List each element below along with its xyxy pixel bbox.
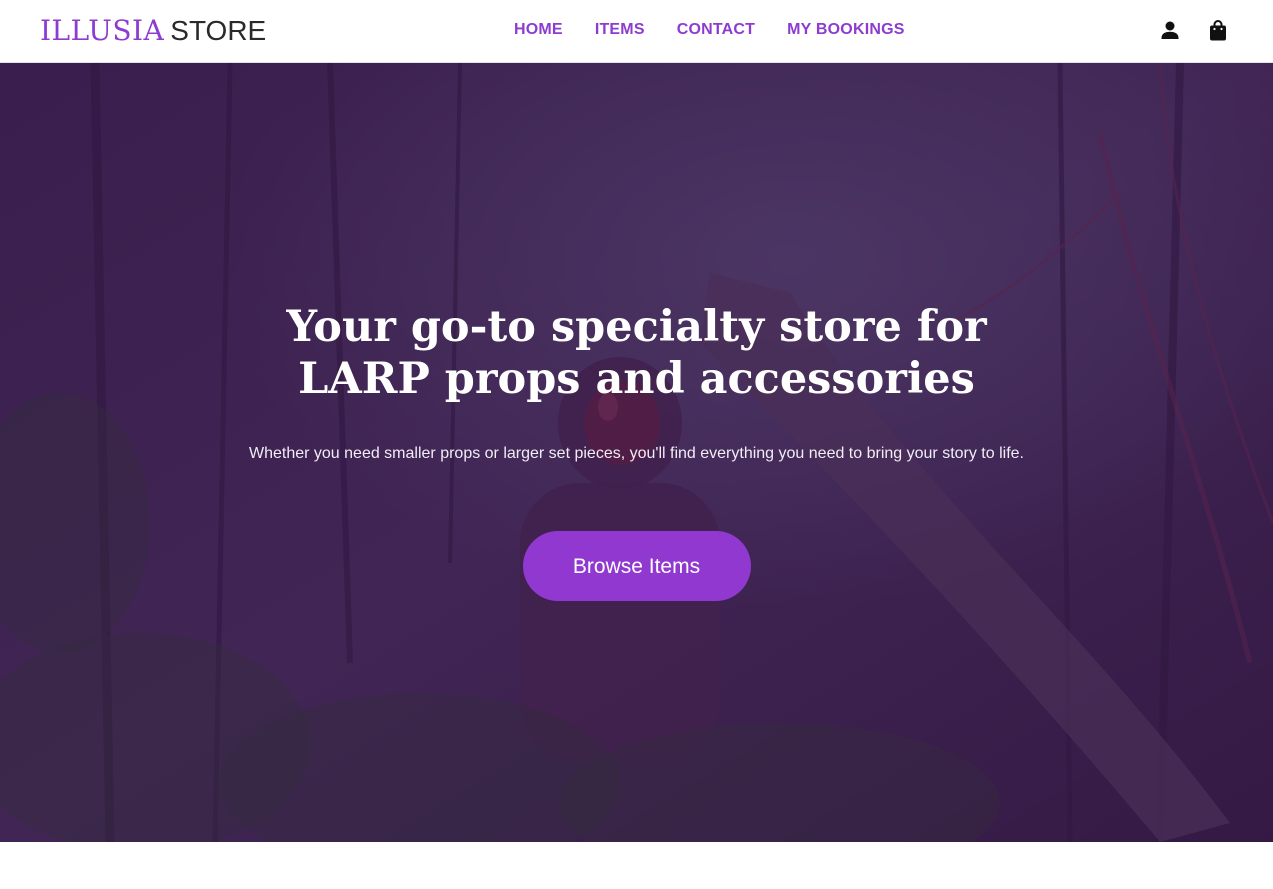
nav-link-items[interactable]: ITEMS bbox=[595, 20, 645, 40]
top-navbar: ILLUSIA STORE HOME ITEMS CONTACT MY BOOKI… bbox=[0, 0, 1273, 63]
browse-items-button[interactable]: Browse Items bbox=[522, 531, 751, 601]
hero-section: Your go-to specialty store for LARP prop… bbox=[0, 63, 1273, 842]
hero-subtitle: Whether you need smaller props or larger… bbox=[248, 445, 1024, 462]
hero-content: Your go-to specialty store for LARP prop… bbox=[0, 301, 1273, 601]
nav-links: HOME ITEMS CONTACT MY BOOKINGS bbox=[514, 20, 905, 40]
store-logo[interactable]: ILLUSIA STORE bbox=[40, 14, 266, 48]
logo-brand: ILLUSIA bbox=[40, 14, 165, 47]
user-icon[interactable] bbox=[1159, 18, 1181, 42]
hero-title: Your go-to specialty store for LARP prop… bbox=[286, 302, 987, 404]
nav-link-contact[interactable]: CONTACT bbox=[677, 20, 755, 40]
nav-link-my-bookings[interactable]: MY BOOKINGS bbox=[787, 20, 904, 40]
nav-link-home[interactable]: HOME bbox=[514, 20, 563, 40]
nav-icons bbox=[1159, 18, 1229, 42]
shopping-bag-icon[interactable] bbox=[1207, 18, 1229, 42]
logo-suffix: STORE bbox=[170, 15, 267, 46]
